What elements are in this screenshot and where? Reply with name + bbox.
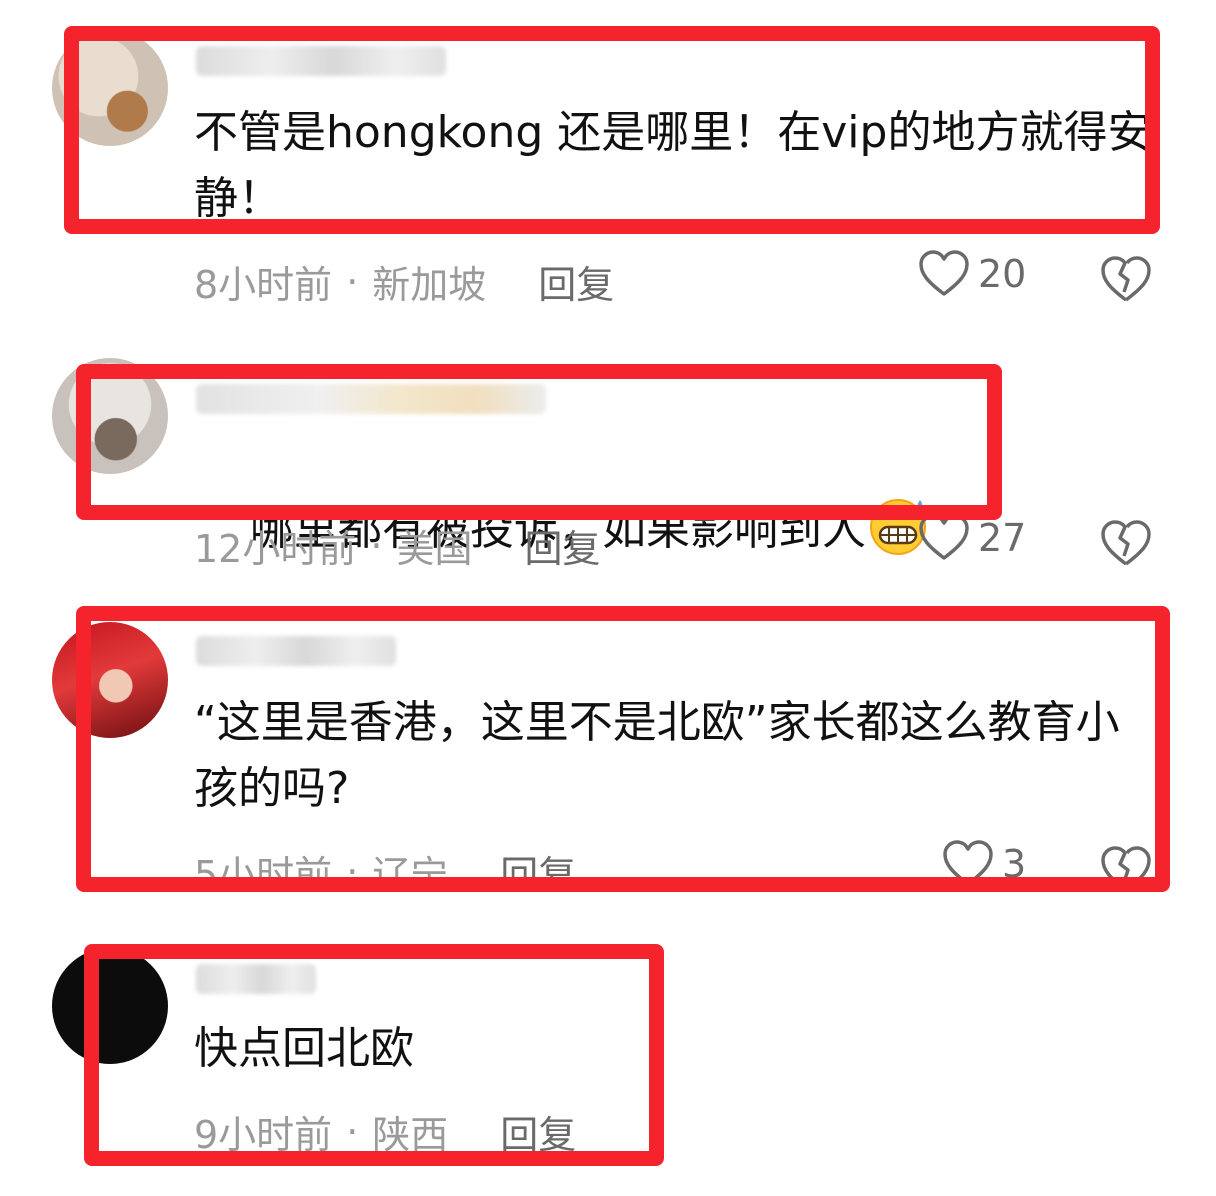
location: 美国: [396, 527, 473, 571]
separator: ·: [370, 523, 383, 568]
timestamp: 5小时前: [194, 853, 333, 880]
separator: ·: [346, 849, 359, 881]
comment-text: “这里是香港，这里不是北欧”家长都这么教育小孩的吗?: [194, 697, 1120, 814]
reply-button[interactable]: 回复: [524, 518, 600, 573]
broken-heart-icon[interactable]: [1100, 844, 1152, 880]
like-count: 27: [978, 516, 1027, 560]
comment-3: “这里是香港，这里不是北欧”家长都这么教育小孩的吗? 5小时前 · 辽宁 回复 …: [0, 600, 1216, 880]
broken-heart-icon[interactable]: [1100, 254, 1152, 304]
comment-1: 不管是hongkong 还是哪里！在vip的地方就得安静！ 8小时前 · 新加坡…: [0, 0, 1216, 330]
comment-text: 不管是hongkong 还是哪里！在vip的地方就得安静！: [194, 107, 1152, 218]
username-blurred[interactable]: [196, 384, 546, 414]
location: 陕西: [372, 1113, 449, 1157]
like-count: 3: [1002, 842, 1027, 880]
reply-button[interactable]: 回复: [500, 844, 576, 880]
like-button[interactable]: 27: [918, 514, 1026, 562]
user-avatar[interactable]: [52, 622, 168, 738]
reply-button[interactable]: 回复: [538, 254, 614, 309]
heart-icon: [943, 840, 993, 880]
comment-meta: 9小时前 · 陕西 回复: [194, 1104, 576, 1159]
heart-icon: [919, 514, 969, 560]
like-count: 20: [978, 252, 1027, 296]
timestamp: 8小时前: [194, 263, 333, 307]
heart-icon: [919, 250, 969, 296]
username-blurred[interactable]: [196, 636, 396, 666]
user-avatar[interactable]: [52, 948, 168, 1064]
comment-2: 哪里都有被投诉，如果影响到人 12小时前 · 美国 回复 27: [0, 330, 1216, 600]
comment-meta: 12小时前 · 美国 回复: [194, 518, 600, 573]
timestamp: 12小时前: [194, 527, 357, 571]
comment-text: 快点回北欧: [194, 1023, 414, 1074]
like-button[interactable]: 20: [918, 250, 1026, 298]
timestamp: 9小时前: [194, 1113, 333, 1157]
location: 新加坡: [372, 263, 487, 307]
separator: ·: [346, 1109, 359, 1154]
comment-4: 快点回北欧 9小时前 · 陕西 回复: [0, 930, 1216, 1160]
comment-meta: 5小时前 · 辽宁 回复: [194, 844, 576, 881]
reply-button[interactable]: 回复: [500, 1104, 576, 1159]
username-blurred[interactable]: [196, 964, 316, 994]
like-button[interactable]: 3: [942, 840, 1026, 880]
location: 辽宁: [372, 853, 449, 880]
broken-heart-icon[interactable]: [1100, 518, 1152, 568]
comment-meta: 8小时前 · 新加坡 回复: [194, 254, 614, 309]
comment-body-clip: 不管是hongkong 还是哪里！在vip的地方就得安静！: [0, 0, 1216, 218]
user-avatar[interactable]: [52, 358, 168, 474]
separator: ·: [346, 259, 359, 304]
